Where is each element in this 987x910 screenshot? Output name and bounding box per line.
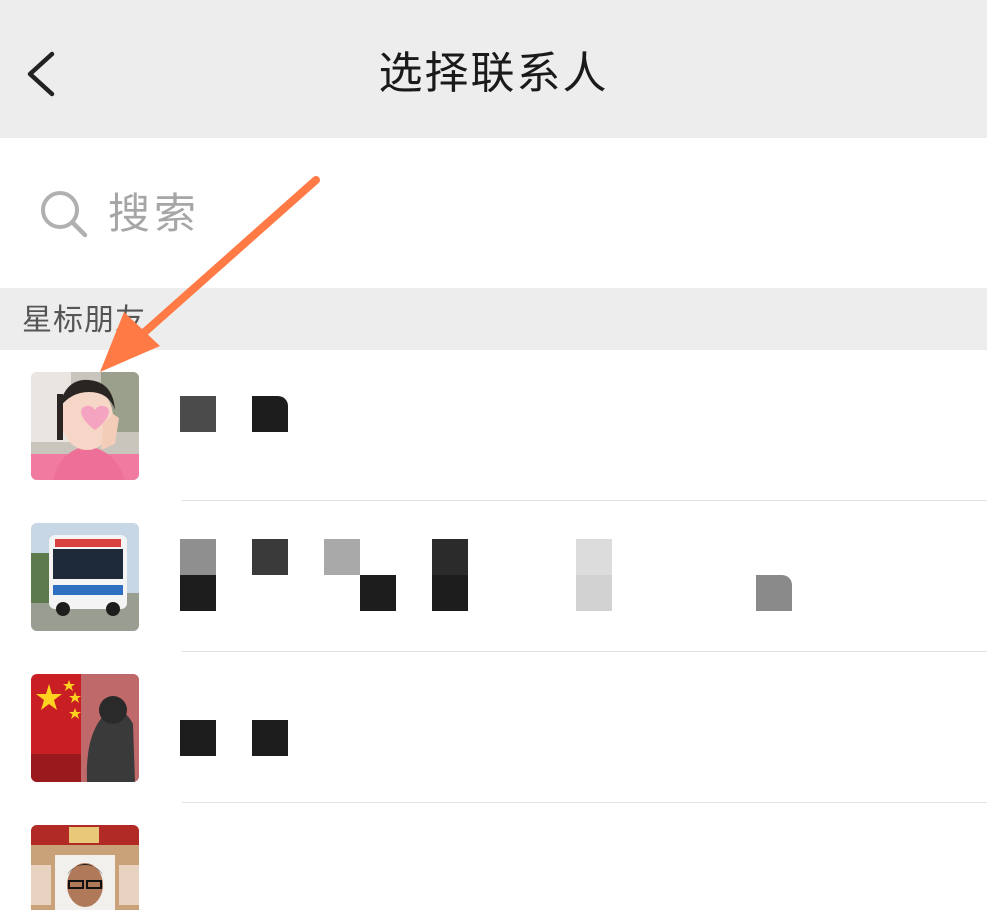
nav-bar: 选择联系人: [0, 0, 987, 138]
contact-row[interactable]: [0, 501, 987, 651]
avatar[interactable]: [31, 523, 139, 631]
avatar[interactable]: [31, 674, 139, 782]
search-placeholder[interactable]: 搜索: [108, 186, 200, 242]
page-title: 选择联系人: [378, 48, 609, 99]
contact-row[interactable]: [0, 652, 987, 802]
contact-row[interactable]: [0, 803, 987, 910]
contact-row[interactable]: [0, 350, 987, 500]
contact-picker-screen: 选择联系人 搜索 星标朋友: [0, 0, 987, 910]
section-title-starred: 星标朋友: [22, 303, 146, 338]
avatar[interactable]: [31, 825, 139, 910]
avatar[interactable]: [31, 372, 139, 480]
search-icon: [41, 191, 88, 238]
section-header: [0, 288, 987, 350]
